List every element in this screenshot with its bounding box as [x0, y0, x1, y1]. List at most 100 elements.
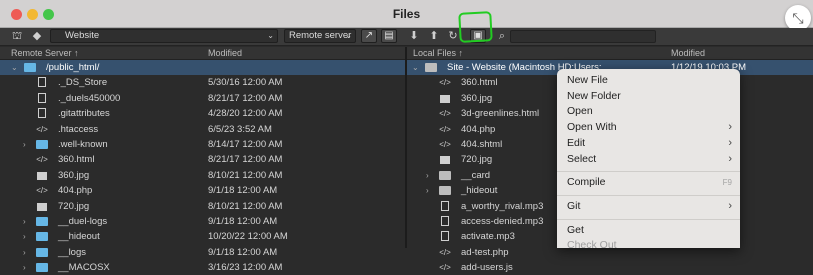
menu-shortcut: F9 [722, 178, 732, 188]
get-icon[interactable]: ⬇ [408, 29, 420, 44]
menu-item-open-with[interactable]: Open With › [567, 120, 732, 135]
file-name: add-users.js [461, 262, 513, 274]
file-name: __MACOSX [58, 262, 110, 274]
code-file-icon: </> [439, 78, 451, 88]
file-icon [36, 91, 48, 106]
file-name: 360.html [461, 77, 498, 89]
menu-item-label: Compile [567, 176, 606, 189]
menu-item-git[interactable]: Git › [567, 199, 732, 214]
context-menu: New File New Folder Open Open With › Edit › Sel… [557, 69, 740, 251]
file-name: 3d-greenlines.html [461, 108, 540, 120]
remote-name-header[interactable]: Remote Server ↑ [11, 47, 79, 59]
file-row[interactable]: .gitattributes 4/28/20 12:00 AM [0, 106, 405, 121]
file-modified: 8/21/17 12:00 AM [208, 92, 283, 104]
file-row[interactable]: › __hideout 10/20/22 12:00 AM [0, 229, 405, 244]
menu-item-select[interactable]: Select › [567, 152, 732, 167]
site-icon[interactable]: ⛫ [10, 29, 24, 44]
folder-icon [36, 229, 48, 244]
submenu-arrow-icon: › [728, 121, 732, 134]
menu-item-open[interactable]: Open [567, 104, 732, 119]
folder-icon [439, 183, 451, 198]
local-name-header[interactable]: Local Files ↑ [413, 47, 463, 59]
remote-header: Remote Server ↑ Modified [0, 47, 405, 60]
remote-file-list: ⌄ /public_html/ ._DS_Store 5/30/16 12:00 AM… [0, 60, 405, 273]
chevron-down-icon: ⌄ [345, 31, 352, 40]
code-file-icon: </> [439, 140, 451, 149]
disclosure-closed-icon[interactable]: › [23, 137, 26, 152]
file-name: .gitattributes [58, 108, 110, 120]
code-file-icon: </> [36, 186, 48, 196]
file-name: 404.shtml [461, 139, 503, 150]
file-name: ad-test.php [461, 246, 509, 258]
connect-toggle-icon[interactable]: ↗ [361, 29, 377, 43]
folder-icon [36, 137, 48, 152]
file-name: /public_html/ [46, 62, 100, 73]
server-select[interactable]: Remote server ⌄ [284, 29, 356, 43]
disclosure-open-icon[interactable]: ⌄ [11, 60, 18, 75]
disclosure-open-icon[interactable]: ⌄ [412, 60, 419, 75]
file-name: __hideout [58, 231, 100, 243]
file-modified: 4/28/20 12:00 AM [208, 108, 283, 120]
highlight-annotation [458, 11, 493, 43]
file-row[interactable]: 720.jpg 8/10/21 12:00 AM [0, 199, 405, 214]
file-row[interactable]: › __logs 9/1/18 12:00 AM [0, 245, 405, 260]
image-file-icon [36, 199, 48, 214]
file-name: __card [461, 169, 491, 181]
search-icon[interactable]: ⌕ [496, 29, 508, 44]
file-row[interactable]: › .well-known 8/14/17 12:00 AM [0, 137, 405, 152]
file-row[interactable]: </> 360.html 8/21/17 12:00 AM [0, 152, 405, 167]
toolbar: ⛫ ◆ Website ⌄ Remote server ⌄ ↗ ▤ ⬇ ⬆ ↻ … [0, 28, 813, 46]
menu-item-edit[interactable]: Edit › [567, 136, 732, 151]
code-file-icon: </> [36, 155, 48, 165]
code-file-icon: </> [36, 124, 48, 134]
file-name: 404.php [461, 123, 496, 135]
disclosure-closed-icon[interactable]: › [23, 229, 26, 244]
file-row[interactable]: </> .htaccess 6/5/23 3:52 AM [0, 122, 405, 137]
folder-icon [36, 260, 48, 275]
refresh-icon[interactable]: ↻ [447, 29, 459, 44]
file-name: 404.php [58, 185, 93, 197]
remote-modified-header[interactable]: Modified [208, 47, 242, 59]
menu-item-new-file[interactable]: New File [567, 73, 732, 88]
menu-separator [557, 194, 740, 196]
submenu-arrow-icon: › [728, 152, 732, 165]
put-icon[interactable]: ⬆ [428, 29, 440, 44]
menu-item-get[interactable]: Get [567, 223, 732, 238]
file-name: ._DS_Store [58, 77, 108, 89]
site-select[interactable]: Website ⌄ [50, 29, 278, 43]
disclosure-closed-icon[interactable]: › [426, 168, 429, 183]
file-modified: 9/1/18 12:00 AM [208, 246, 278, 258]
search-input[interactable] [510, 30, 656, 43]
menu-item-label: Edit [567, 136, 586, 149]
file-modified: 9/1/18 12:00 AM [208, 185, 278, 197]
log-icon[interactable]: ▤ [381, 29, 397, 43]
connect-icon[interactable]: ◆ [30, 29, 44, 44]
menu-item-new-folder[interactable]: New Folder [567, 89, 732, 104]
file-name: 720.jpg [58, 200, 90, 212]
folder-icon [24, 60, 36, 75]
file-icon [36, 75, 48, 90]
file-row[interactable]: › __MACOSX 3/16/23 12:00 AM [0, 260, 405, 275]
file-row[interactable]: › __duel-logs 9/1/18 12:00 AM [0, 214, 405, 229]
file-name: 720.jpg [461, 154, 493, 166]
disclosure-closed-icon[interactable]: › [23, 245, 26, 260]
folder-icon [425, 60, 437, 75]
menu-item-label: New File [567, 74, 608, 86]
file-modified: 5/30/16 12:00 AM [208, 77, 283, 89]
file-row[interactable]: 360.jpg 8/10/21 12:00 AM [0, 168, 405, 183]
menu-item-compile[interactable]: Compile F9 [567, 175, 732, 190]
disclosure-closed-icon[interactable]: › [426, 183, 429, 198]
file-row[interactable]: </> add-users.js [407, 260, 813, 275]
file-modified: 8/14/17 12:00 AM [208, 139, 283, 150]
chevron-down-icon: ⌄ [267, 31, 274, 40]
image-file-icon [439, 152, 451, 167]
menu-item-label: Open With [567, 121, 617, 134]
disclosure-closed-icon[interactable]: › [23, 214, 26, 229]
file-row[interactable]: ._duels450000 8/21/17 12:00 AM [0, 91, 405, 106]
local-modified-header[interactable]: Modified [671, 47, 705, 59]
file-row[interactable]: </> 404.php 9/1/18 12:00 AM [0, 183, 405, 198]
disclosure-closed-icon[interactable]: › [23, 260, 26, 275]
file-row[interactable]: ⌄ /public_html/ [0, 60, 405, 75]
file-row[interactable]: ._DS_Store 5/30/16 12:00 AM [0, 75, 405, 90]
menu-item-label: Open [567, 105, 593, 118]
